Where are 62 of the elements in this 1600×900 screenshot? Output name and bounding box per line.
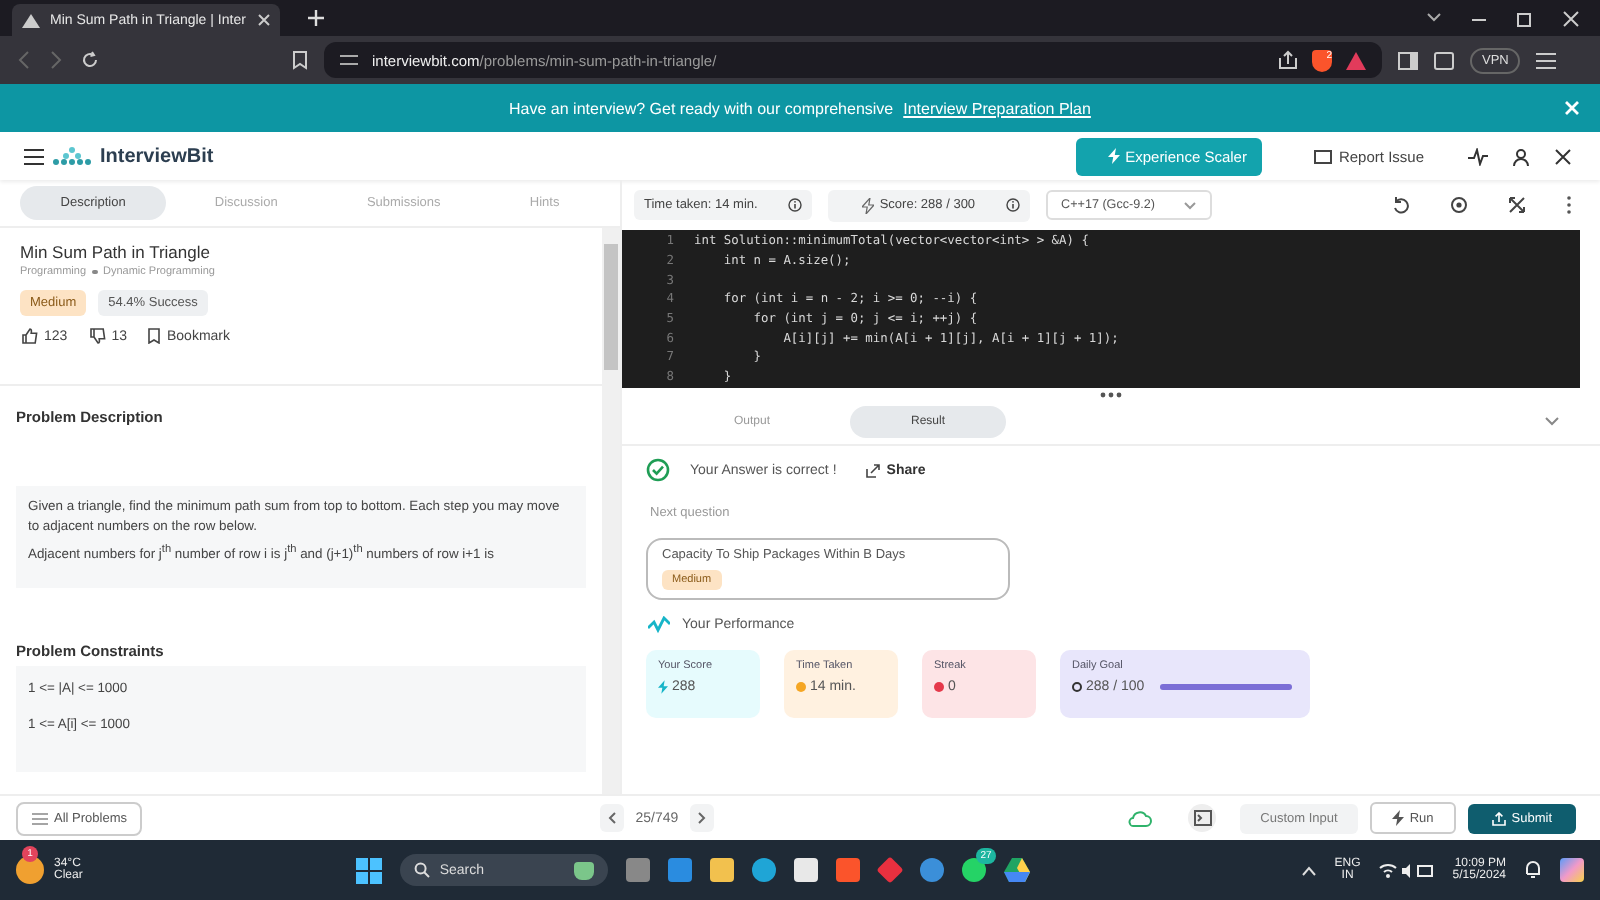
bookmark-icon	[148, 328, 161, 344]
check-circle-icon	[646, 458, 670, 482]
preparation-plan-link[interactable]: Interview Preparation Plan	[903, 99, 1091, 117]
drive-icon[interactable]	[1003, 858, 1030, 882]
info-icon[interactable]	[787, 198, 802, 212]
previous-button[interactable]	[599, 804, 624, 832]
more-options-icon[interactable]	[1566, 196, 1572, 214]
triangle-icon[interactable]	[1346, 51, 1366, 69]
problem-title: Min Sum Path in Triangle	[20, 242, 212, 262]
target-icon	[1072, 682, 1082, 692]
reload-icon[interactable]	[80, 50, 100, 70]
dots-logo-icon	[52, 146, 92, 166]
windows-icon[interactable]	[355, 857, 382, 883]
tab-list-icon[interactable]	[1426, 12, 1442, 24]
settings-icon[interactable]	[1450, 196, 1468, 214]
lightning-icon	[861, 197, 874, 213]
list-icon	[32, 811, 48, 825]
lightning-icon	[1391, 810, 1404, 826]
share-icon[interactable]	[1278, 50, 1298, 70]
expand-icon[interactable]	[1508, 196, 1526, 214]
thumbs-down-icon	[89, 328, 106, 344]
message-icon	[1314, 149, 1333, 163]
sidebar-icon[interactable]	[1398, 51, 1418, 69]
weather-icon[interactable]	[16, 856, 44, 884]
terminal-button[interactable]	[1188, 804, 1217, 832]
reset-icon[interactable]	[1392, 196, 1410, 214]
restore-icon[interactable]	[1516, 9, 1534, 27]
lightning-icon	[1107, 148, 1120, 164]
close-tab-icon[interactable]	[258, 14, 270, 26]
share-icon	[866, 463, 881, 477]
chevron-left-icon	[607, 811, 616, 823]
new-tab-icon[interactable]	[308, 10, 324, 26]
logo-text[interactable]: InterviewBit	[100, 145, 214, 167]
bookmark-icon[interactable]	[292, 50, 308, 70]
activity-icon[interactable]	[1468, 147, 1488, 165]
menu-icon[interactable]	[24, 147, 44, 165]
network-sound-battery-icon[interactable]	[1378, 861, 1435, 879]
upload-icon	[1491, 811, 1506, 825]
site-icon	[22, 13, 40, 27]
info-icon[interactable]	[1005, 198, 1020, 212]
cloud-check-icon	[1128, 809, 1153, 827]
next-button[interactable]	[690, 804, 715, 832]
scrollbar[interactable]	[602, 228, 620, 794]
chevron-up-icon[interactable]	[1302, 865, 1317, 875]
chevron-right-icon	[698, 811, 707, 823]
lightning-icon	[658, 680, 668, 694]
resize-handle[interactable]	[1100, 392, 1122, 398]
chevron-down-icon	[1184, 201, 1197, 209]
close-icon[interactable]	[1554, 147, 1572, 165]
banner-text: Have an interview? Get ready with our comprehensive	[509, 99, 894, 117]
terminal-icon	[1193, 810, 1212, 826]
separator-icon	[92, 269, 98, 275]
search-icon	[413, 862, 430, 878]
thumbs-up-icon	[22, 328, 38, 344]
flame-icon	[934, 682, 944, 692]
activity-icon	[648, 616, 670, 634]
user-icon[interactable]	[1512, 147, 1530, 165]
chevron-down-icon[interactable]	[1544, 416, 1560, 428]
bell-icon[interactable]	[1524, 860, 1542, 880]
clock-icon	[796, 682, 806, 692]
wallet-icon[interactable]	[1434, 51, 1454, 69]
site-settings-icon[interactable]	[340, 52, 358, 68]
